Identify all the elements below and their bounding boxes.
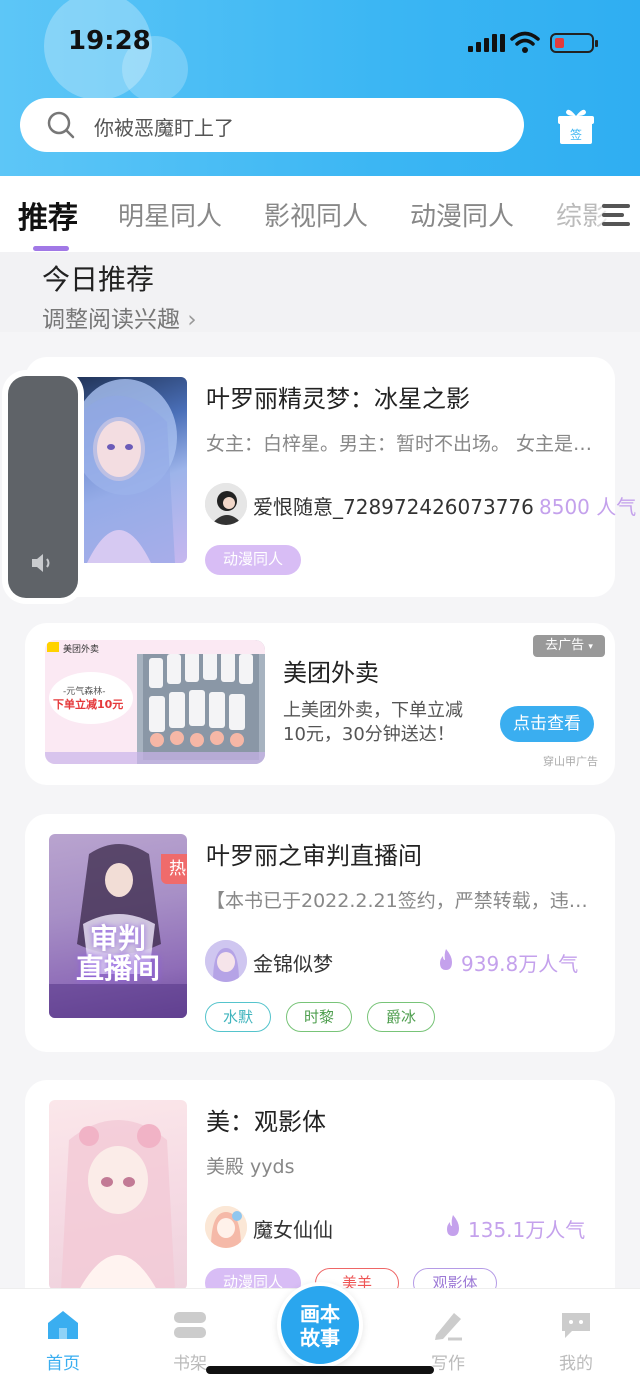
- book-card[interactable]: 审判 直播间 热更 叶罗丽之审判直播间 【本书已于2022.2.21签约，严禁转…: [25, 814, 615, 1052]
- status-bar: 19:28: [0, 24, 640, 64]
- wifi-icon: [510, 31, 540, 53]
- ad-desc: 上美团外卖，下单立减10元，30分钟送达！: [283, 700, 463, 745]
- book-cover[interactable]: 审判 直播间 热更: [49, 834, 187, 1018]
- chevron-right-icon: ›: [187, 307, 197, 333]
- tab-anime-fanfic[interactable]: 动漫同人: [410, 196, 514, 233]
- home-indicator: [206, 1366, 434, 1374]
- author-name[interactable]: 爱恨随意_728972426073776: [253, 491, 534, 520]
- tag[interactable]: 动漫同人: [205, 545, 301, 575]
- book-title[interactable]: 叶罗丽之审判直播间: [206, 836, 422, 871]
- tab-indicator: [33, 246, 69, 251]
- category-tabs: 推荐 明星同人 影视同人 动漫同人 综影: [0, 176, 640, 252]
- avatar[interactable]: [205, 940, 247, 982]
- today-recommend-header: 今日推荐 调整阅读兴趣 ›: [0, 252, 640, 334]
- gift-icon[interactable]: 签: [556, 106, 596, 146]
- hot-badge: 热更: [161, 854, 187, 884]
- section-title: 今日推荐: [42, 263, 155, 296]
- ad-view-button[interactable]: 点击查看: [500, 706, 594, 742]
- home-icon: [48, 1311, 78, 1339]
- battery-icon: [550, 33, 598, 53]
- adjust-interest-link[interactable]: 调整阅读兴趣 ›: [42, 300, 197, 334]
- speaker-icon: [32, 554, 50, 572]
- author-name[interactable]: 金锦似梦: [253, 948, 333, 977]
- bookshelf-icon: [174, 1312, 206, 1338]
- picture-story-button[interactable]: 画本 故事: [277, 1282, 363, 1368]
- nav-home[interactable]: 首页: [23, 1309, 103, 1374]
- popularity: 939.8万人气: [461, 952, 579, 976]
- ad-brand: 美团外卖: [63, 645, 100, 655]
- ad-title[interactable]: 美团外卖: [283, 653, 379, 688]
- book-desc: 【本书已于2022.2.21签约，严禁转载，违者必究】: [206, 890, 601, 912]
- book-desc: 女主：白梓星。男主：暂时不出场。 女主是幻影的真实身份，一开始是: [206, 433, 601, 455]
- tag[interactable]: 爵冰: [367, 1002, 435, 1032]
- adjust-interest-label: 调整阅读兴趣: [42, 307, 180, 333]
- book-desc: 美殿 yyds: [206, 1156, 295, 1178]
- search-input[interactable]: 你被恶魔盯上了: [94, 112, 234, 141]
- picture-story-line2: 故事: [300, 1326, 340, 1350]
- nav-mine[interactable]: 我的: [536, 1309, 616, 1374]
- search-bar[interactable]: 你被恶魔盯上了: [20, 98, 524, 152]
- menu-icon[interactable]: [596, 198, 640, 238]
- tab-recommend[interactable]: 推荐: [18, 193, 78, 237]
- chat-icon: [562, 1313, 590, 1338]
- nav-write[interactable]: 写作: [408, 1309, 488, 1374]
- book-cover[interactable]: [49, 1100, 187, 1290]
- fire-icon: [447, 1215, 459, 1236]
- tab-film-fanfic[interactable]: 影视同人: [264, 196, 368, 233]
- tag[interactable]: 水默: [205, 1002, 271, 1032]
- remove-ad-button[interactable]: 去广告 ▾: [533, 635, 605, 657]
- book-card[interactable]: 叶罗丽精灵梦：冰星之影 女主：白梓星。男主：暂时不出场。 女主是幻影的真实身份，…: [25, 357, 636, 597]
- status-time: 19:28: [68, 26, 151, 56]
- fire-icon: [440, 949, 452, 970]
- book-title[interactable]: 美：观影体: [206, 1102, 326, 1137]
- book-card[interactable]: 美：观影体 美殿 yyds 魔女仙仙 135.1万人气 动漫同人 美羊 观影体: [25, 1080, 615, 1310]
- volume-overlay: [8, 376, 78, 598]
- popularity: 135.1万人气: [468, 1218, 586, 1242]
- nav-home-label: 首页: [46, 1354, 80, 1374]
- chevron-down-icon: ▾: [588, 642, 593, 652]
- remove-ad-label: 去广告: [545, 638, 585, 653]
- ad-card[interactable]: 美团外卖 -元气森林- 下单立减10元 美团外卖 上美团外卖，下单立减10元，3…: [25, 623, 615, 785]
- picture-story-line1: 画本: [300, 1302, 340, 1326]
- avatar[interactable]: [205, 483, 247, 525]
- tab-star-fanfic[interactable]: 明星同人: [118, 196, 222, 233]
- ad-banner: 下单立减10元: [53, 698, 124, 711]
- pencil-icon: [435, 1313, 462, 1341]
- nav-bookshelf[interactable]: 书架: [150, 1309, 230, 1374]
- signal-icon: [468, 34, 505, 52]
- popularity: 8500 人气: [539, 495, 637, 519]
- nav-mine-label: 我的: [559, 1354, 593, 1374]
- author-name[interactable]: 魔女仙仙: [253, 1214, 333, 1243]
- gift-label: 签: [570, 127, 582, 142]
- tag[interactable]: 时黎: [286, 1002, 352, 1032]
- header: 19:28 你被恶魔盯上了 签: [0, 0, 640, 176]
- ad-image[interactable]: 美团外卖 -元气森林- 下单立减10元: [45, 640, 265, 764]
- ad-source: 穿山甲广告: [543, 755, 598, 768]
- search-icon: [47, 111, 75, 139]
- avatar[interactable]: [205, 1206, 247, 1248]
- book-title[interactable]: 叶罗丽精灵梦：冰星之影: [206, 379, 470, 414]
- cover-title: 审判 直播间: [75, 922, 160, 985]
